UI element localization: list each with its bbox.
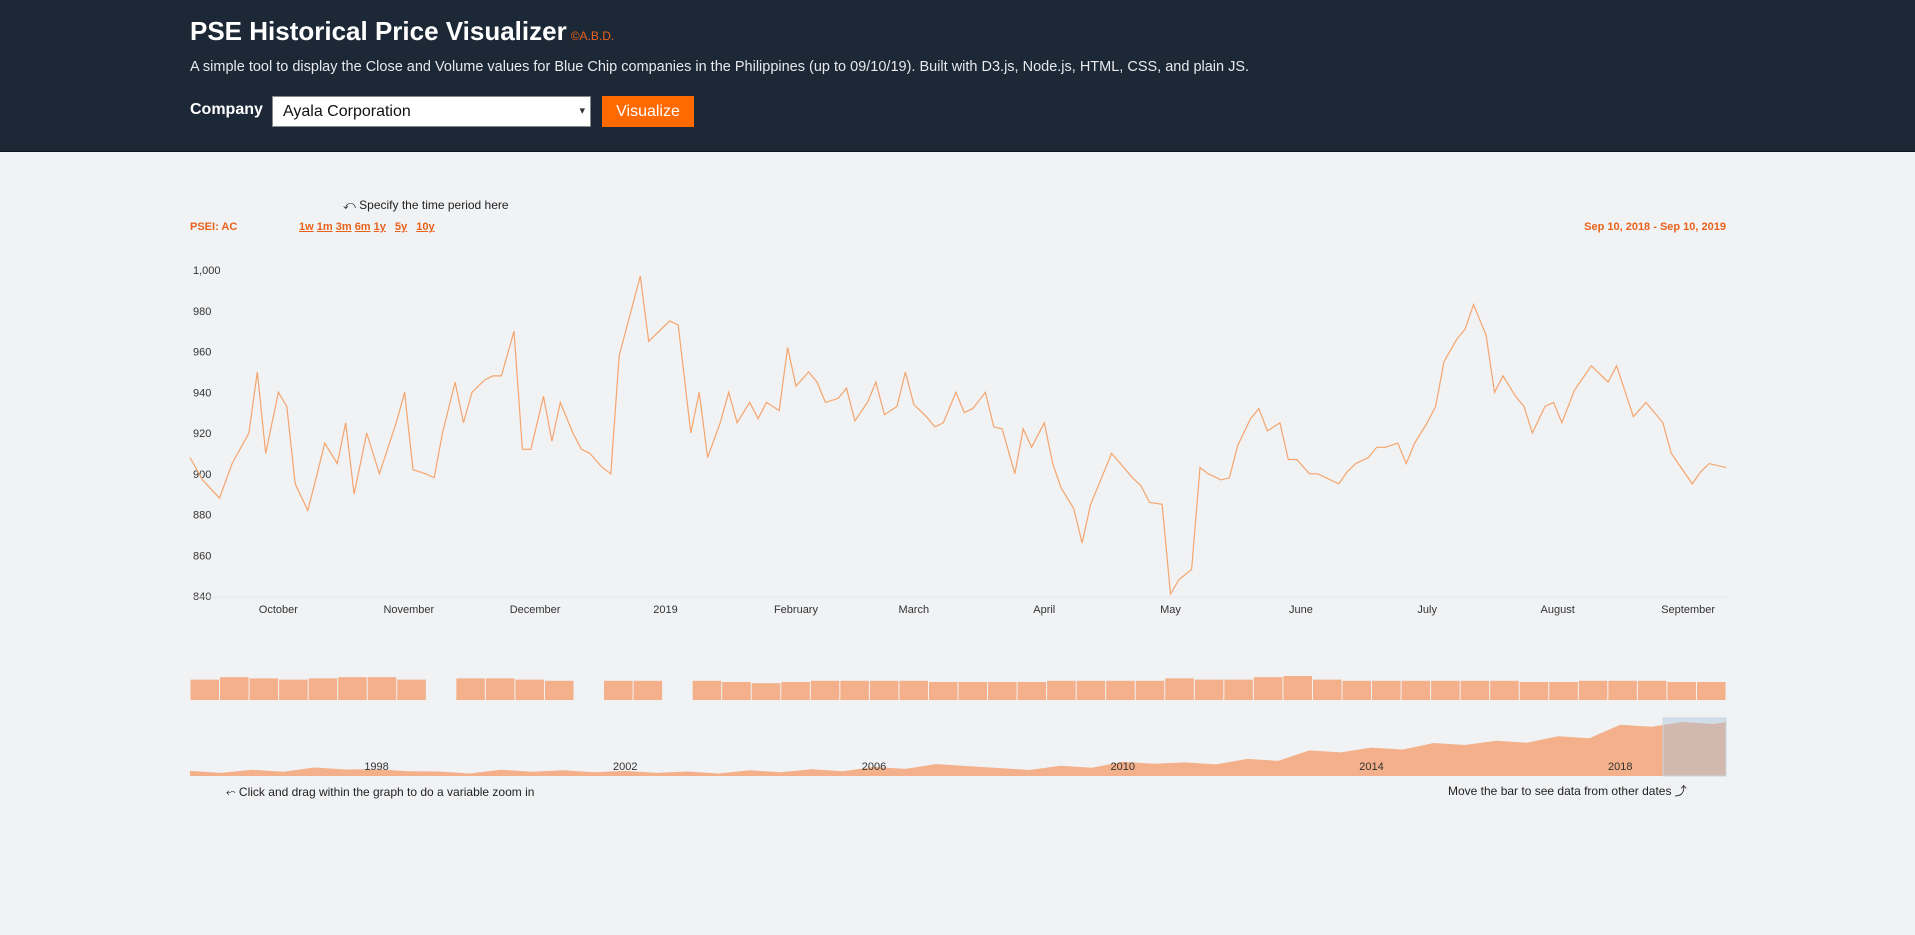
context-x-tick-label: 2018 — [1608, 761, 1632, 773]
context-x-tick-label: 2014 — [1359, 761, 1383, 773]
volume-bar — [1253, 677, 1283, 700]
x-tick-label: August — [1541, 604, 1575, 616]
volume-bar — [1283, 676, 1312, 700]
volume-bar — [1549, 682, 1578, 700]
volume-bar — [1135, 680, 1165, 700]
volume-bar — [781, 682, 810, 700]
volume-bar — [958, 682, 988, 700]
volume-bar — [840, 680, 869, 700]
volume-bar — [928, 682, 958, 700]
y-tick-label: 880 — [193, 510, 211, 522]
volume-bar — [1637, 680, 1667, 700]
volume-bar — [899, 680, 928, 700]
volume-bar — [190, 679, 220, 700]
volume-bar — [220, 677, 249, 700]
volume-bar — [1667, 682, 1696, 700]
y-tick-label: 1,000 — [193, 265, 221, 277]
brush-selection[interactable] — [1662, 717, 1727, 777]
context-area — [190, 722, 1726, 776]
x-tick-label: March — [899, 604, 930, 616]
price-chart[interactable]: 1,000980960940920900880860840October Nove… — [189, 265, 1727, 616]
x-tick-label: July — [1417, 604, 1437, 616]
volume-bar — [1519, 682, 1549, 700]
x-tick-label: October — [259, 604, 298, 616]
volume-bar — [1460, 680, 1490, 700]
volume-bar — [485, 678, 515, 700]
volume-bar — [544, 680, 574, 700]
context-x-tick-label: 2006 — [862, 761, 886, 773]
volume-bar — [988, 682, 1017, 700]
x-tick-label: June — [1289, 604, 1313, 616]
volume-bar — [633, 680, 663, 700]
volume-bar — [1017, 682, 1047, 700]
volume-bar — [515, 679, 544, 700]
volume-bar — [1194, 679, 1224, 700]
volume-bar — [869, 680, 899, 700]
volume-bar — [1578, 680, 1608, 700]
volume-bar — [1401, 680, 1431, 700]
volume-bar — [456, 678, 485, 700]
y-tick-label: 980 — [193, 306, 211, 318]
price-series-line — [189, 275, 1727, 596]
volume-bar — [692, 680, 722, 700]
y-tick-label: 860 — [193, 550, 211, 562]
volume-bar — [1490, 680, 1519, 700]
x-tick-label: February — [774, 604, 819, 616]
x-tick-label: 2019 — [653, 604, 677, 616]
x-tick-label: September — [1661, 604, 1715, 616]
volume-bar — [279, 679, 308, 700]
volume-chart — [190, 676, 1726, 700]
volume-bar — [249, 678, 279, 700]
volume-bar — [1106, 680, 1135, 700]
volume-bar — [604, 680, 633, 700]
volume-bar — [1372, 680, 1401, 700]
volume-bar — [1431, 680, 1460, 700]
volume-bar — [367, 677, 397, 700]
context-x-tick-label: 2002 — [613, 761, 637, 773]
context-x-tick-label: 2010 — [1111, 761, 1135, 773]
x-tick-label: April — [1033, 604, 1055, 616]
context-x-tick-label: 1998 — [364, 761, 388, 773]
volume-bar — [1342, 680, 1372, 700]
y-tick-label: 940 — [193, 387, 211, 399]
context-chart[interactable]: 1998 2002 2006 2010 2014 2018 — [190, 717, 1727, 777]
volume-bar — [1312, 679, 1342, 700]
volume-bar — [722, 682, 751, 700]
volume-bar — [1696, 682, 1726, 700]
x-tick-label: November — [383, 604, 434, 616]
y-tick-label: 920 — [193, 428, 211, 440]
volume-bar — [810, 680, 840, 700]
volume-bar — [1165, 678, 1194, 700]
zoom-hint: ⬿ Click and drag within the graph to do … — [226, 785, 535, 799]
volume-bar — [1224, 679, 1253, 700]
volume-bar — [397, 679, 426, 700]
x-tick-label: December — [510, 604, 561, 616]
y-tick-label: 960 — [193, 347, 211, 359]
volume-bar — [308, 678, 338, 700]
volume-bar — [1047, 680, 1076, 700]
volume-bar — [338, 677, 367, 700]
volume-bar — [1076, 680, 1106, 700]
move-bar-hint: Move the bar to see data from other date… — [1448, 784, 1687, 798]
volume-bar — [751, 683, 781, 700]
x-tick-label: May — [1160, 604, 1181, 616]
volume-bar — [1608, 680, 1637, 700]
